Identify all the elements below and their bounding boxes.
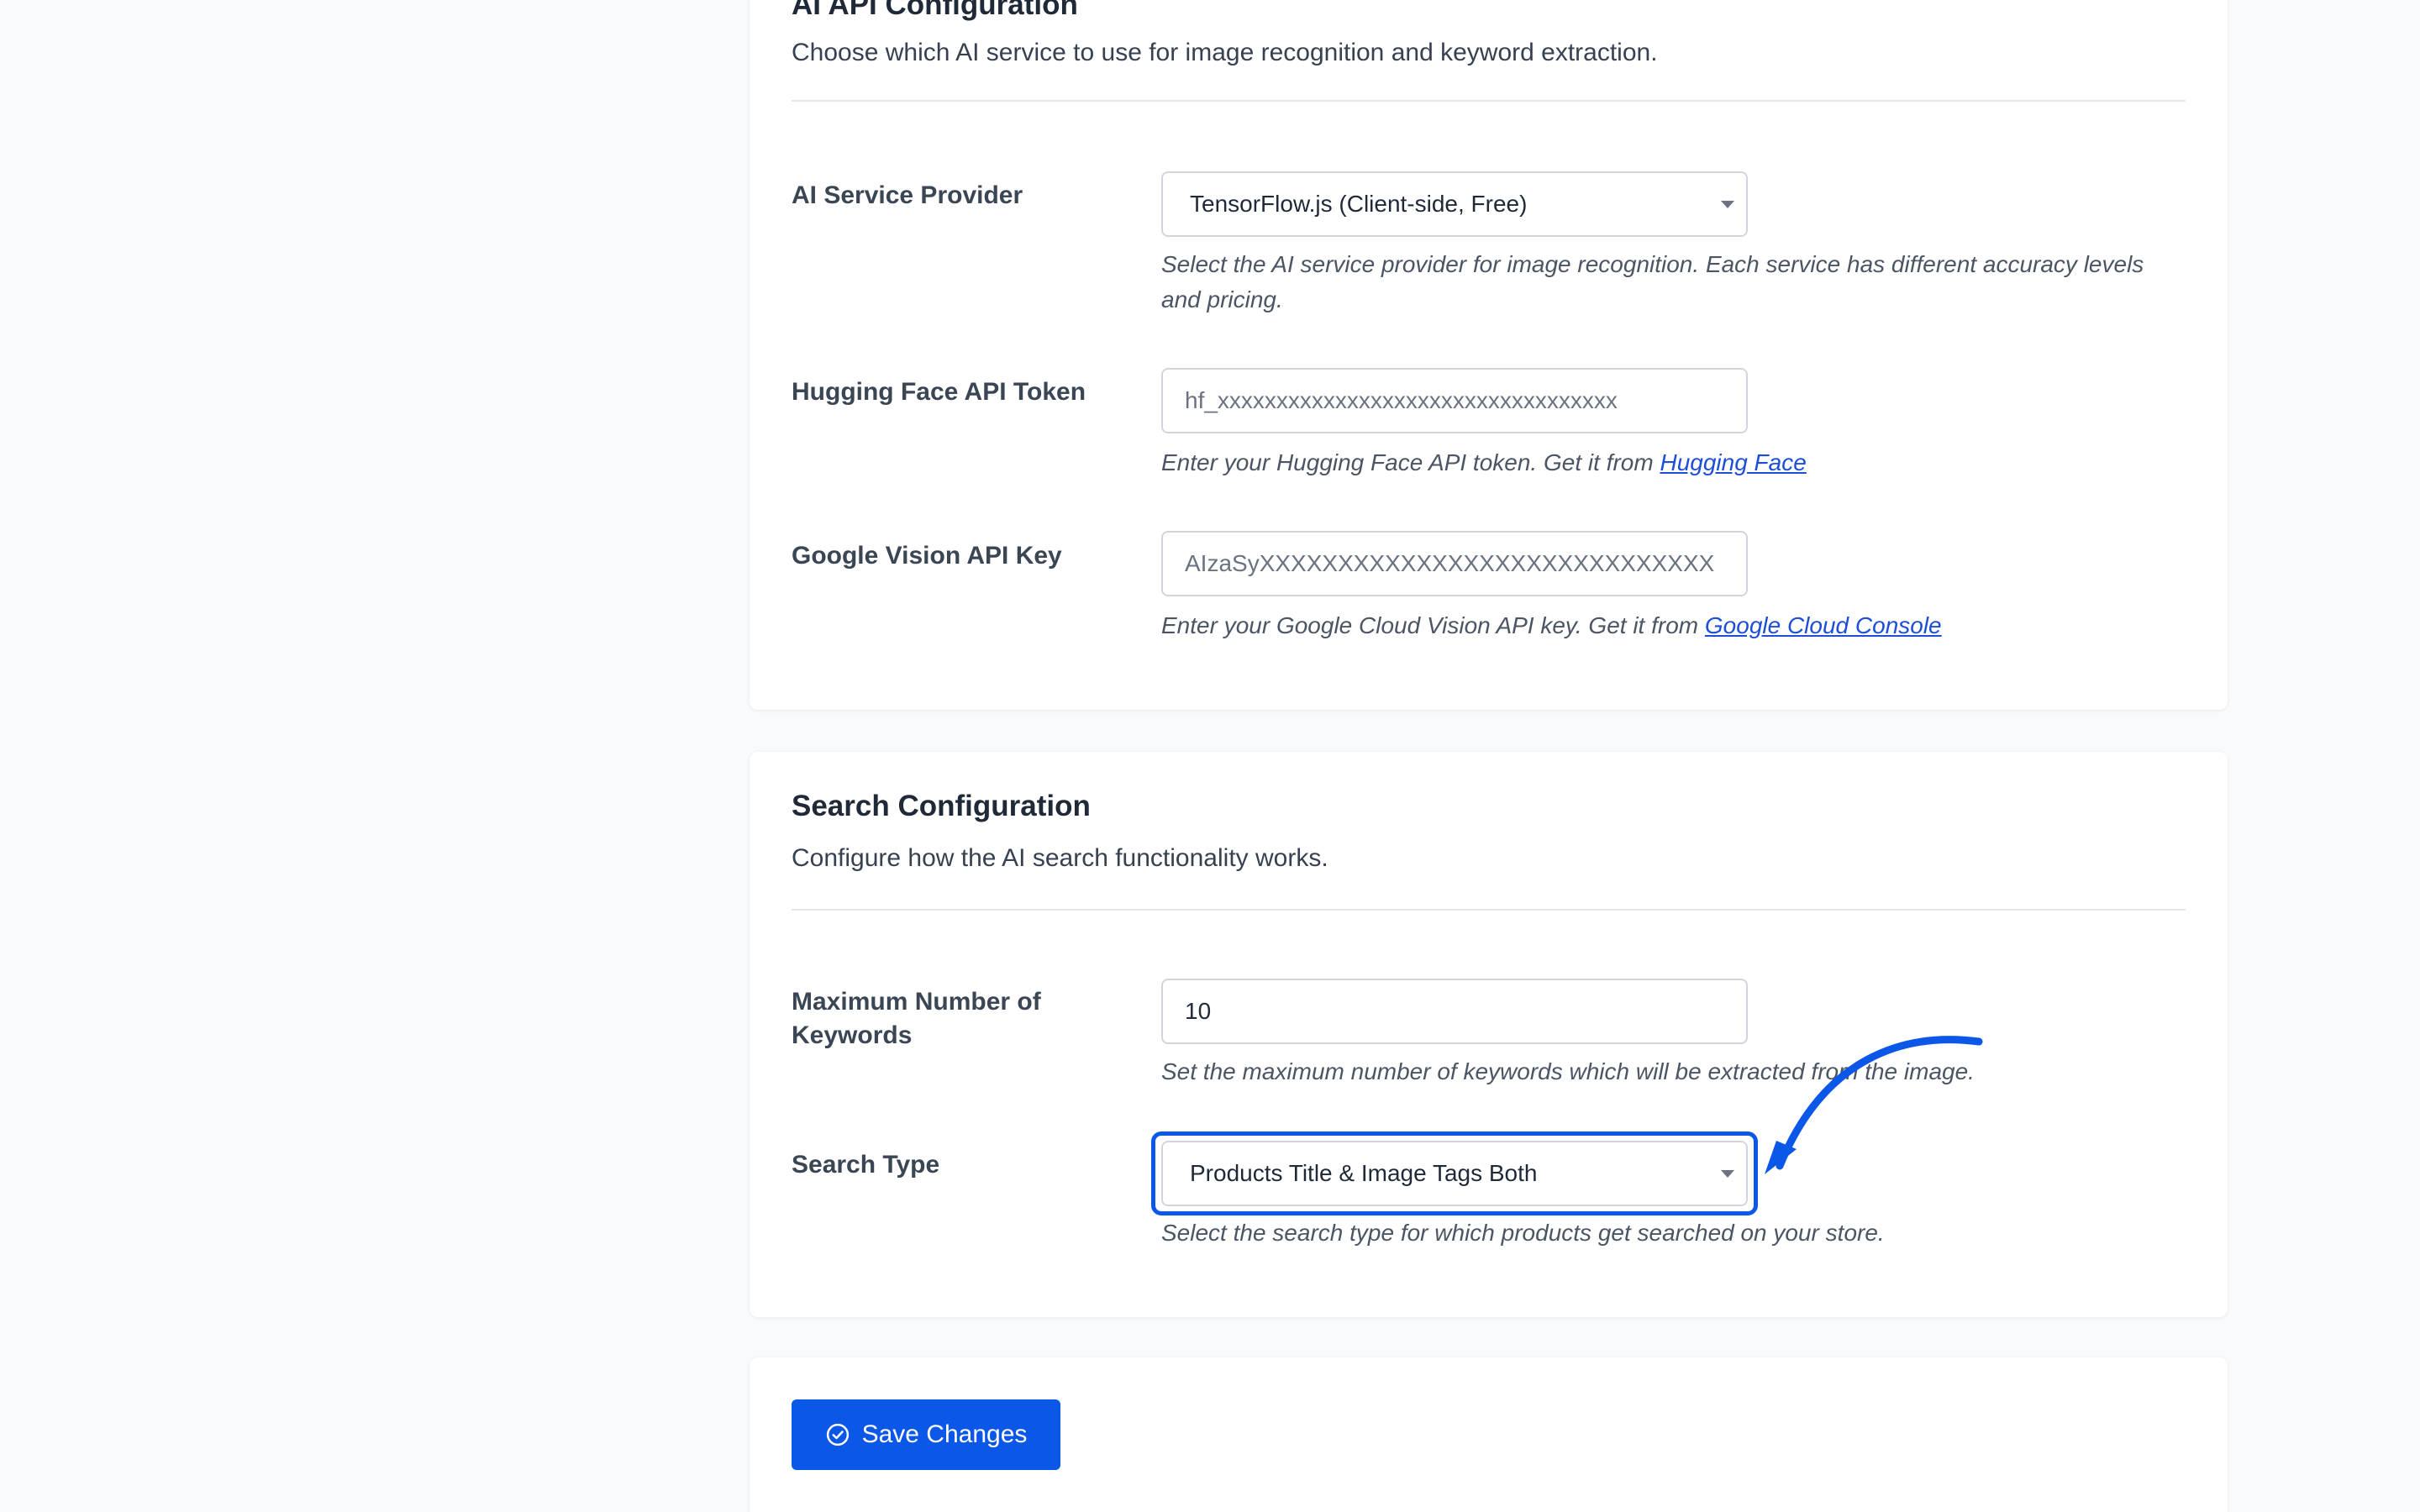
save-changes-label: Save Changes bbox=[861, 1420, 1028, 1448]
hugging-face-token-help: Enter your Hugging Face API token. Get i… bbox=[1161, 445, 2153, 480]
google-vision-key-label: Google Vision API Key bbox=[792, 542, 1062, 570]
search-type-selected: Products Title & Image Tags Both bbox=[1190, 1160, 1538, 1186]
ai-service-provider-label: AI Service Provider bbox=[792, 181, 1023, 209]
settings-page: AI API Configuration Choose which AI ser… bbox=[0, 0, 2420, 1512]
ai-api-configuration-card: AI API Configuration Choose which AI ser… bbox=[750, 0, 2228, 710]
section-divider bbox=[792, 909, 2186, 911]
max-keywords-label: Maximum Number of Keywords bbox=[792, 988, 1041, 1049]
google-cloud-console-link[interactable]: Google Cloud Console bbox=[1705, 612, 1942, 638]
section-description-ai-api: Choose which AI service to use for image… bbox=[792, 39, 1658, 66]
hugging-face-token-label: Hugging Face API Token bbox=[792, 378, 1086, 406]
max-keywords-input[interactable]: 10 bbox=[1161, 979, 1748, 1044]
google-vision-key-help-text: Enter your Google Cloud Vision API key. … bbox=[1161, 612, 1699, 638]
search-type-select[interactable]: Products Title & Image Tags Both bbox=[1161, 1141, 1748, 1206]
search-type-help: Select the search type for which product… bbox=[1161, 1220, 1885, 1246]
google-vision-key-input[interactable]: AIzaSyXXXXXXXXXXXXXXXXXXXXXXXXXXXXX bbox=[1161, 531, 1748, 596]
max-keywords-value: 10 bbox=[1185, 998, 1212, 1024]
caret-down-icon bbox=[1721, 1170, 1734, 1178]
hugging-face-token-input[interactable]: hf_xxxxxxxxxxxxxxxxxxxxxxxxxxxxxxxxxx bbox=[1161, 368, 1748, 433]
curved-arrow-icon bbox=[1765, 1036, 1983, 1174]
ai-service-provider-select[interactable]: TensorFlow.js (Client-side, Free) bbox=[1161, 171, 1748, 237]
check-circle-icon bbox=[826, 1423, 849, 1446]
section-title-search: Search Configuration bbox=[792, 790, 1091, 822]
section-title-ai-api: AI API Configuration bbox=[792, 0, 1078, 21]
caret-down-icon bbox=[1721, 201, 1734, 208]
hugging-face-token-help-text: Enter your Hugging Face API token. Get i… bbox=[1161, 449, 1654, 475]
section-description-search: Configure how the AI search functionalit… bbox=[792, 844, 1328, 872]
search-type-label: Search Type bbox=[792, 1151, 940, 1179]
ai-service-provider-help: Select the AI service provider for image… bbox=[1161, 251, 2144, 312]
google-vision-key-placeholder: AIzaSyXXXXXXXXXXXXXXXXXXXXXXXXXXXXX bbox=[1185, 550, 1715, 576]
search-configuration-card: Search Configuration Configure how the A… bbox=[750, 752, 2228, 1317]
save-changes-button[interactable]: Save Changes bbox=[792, 1399, 1060, 1470]
max-keywords-help: Set the maximum number of keywords which… bbox=[1161, 1058, 1975, 1084]
ai-service-provider-selected: TensorFlow.js (Client-side, Free) bbox=[1190, 191, 1528, 217]
hugging-face-link[interactable]: Hugging Face bbox=[1660, 449, 1806, 475]
hugging-face-token-placeholder: hf_xxxxxxxxxxxxxxxxxxxxxxxxxxxxxxxxxx bbox=[1185, 387, 1618, 413]
section-divider bbox=[792, 100, 2186, 102]
save-actions-card: Save Changes bbox=[750, 1357, 2228, 1512]
google-vision-key-help: Enter your Google Cloud Vision API key. … bbox=[1161, 608, 2153, 643]
